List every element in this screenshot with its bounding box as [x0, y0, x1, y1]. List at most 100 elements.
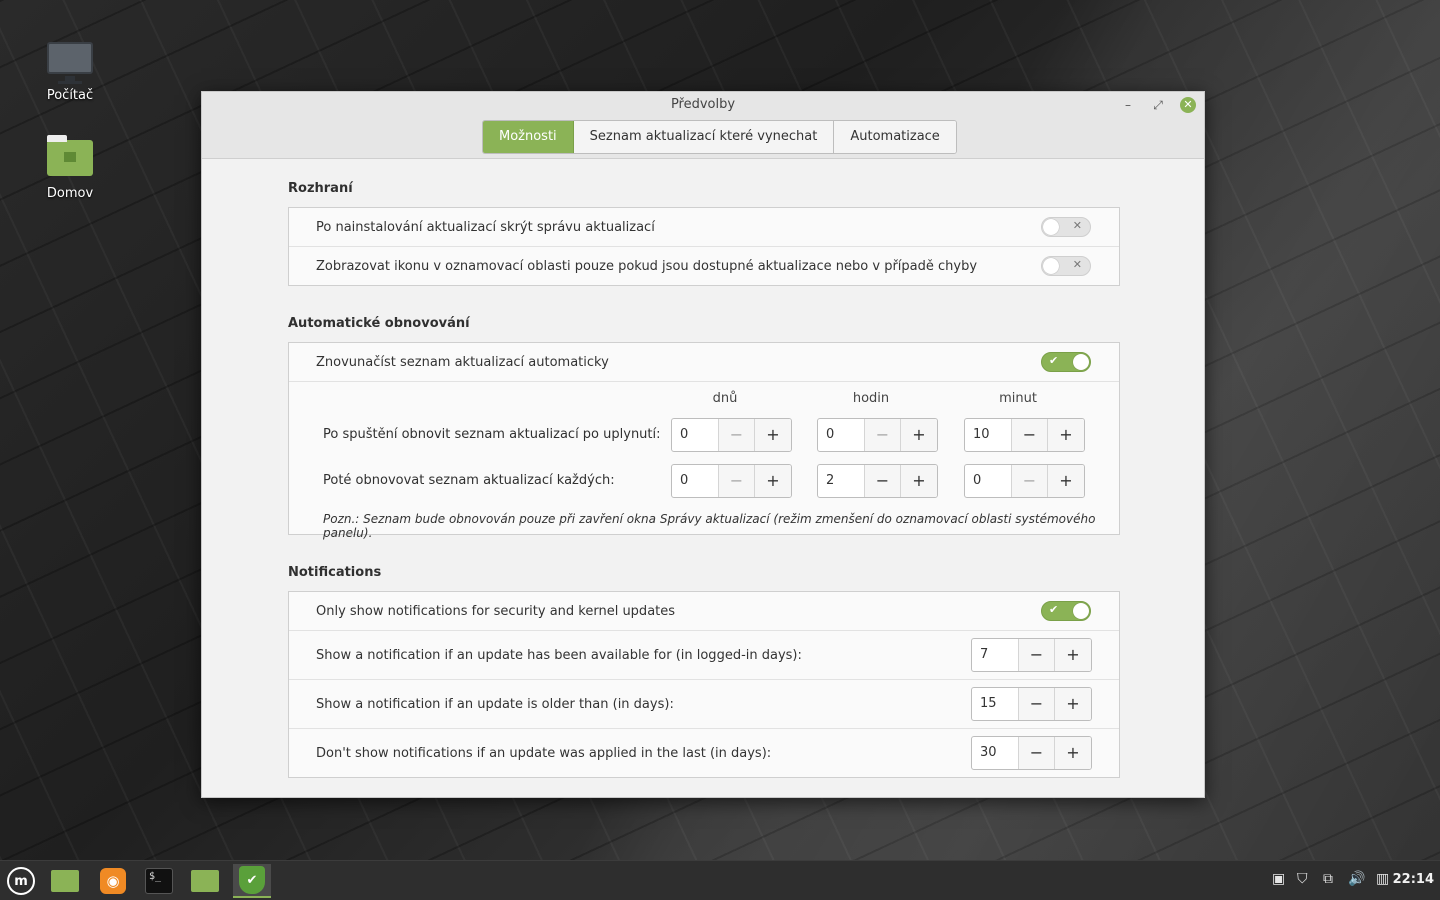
- volume-icon[interactable]: 🔊: [1348, 871, 1365, 887]
- tab-options[interactable]: Možnosti: [483, 121, 574, 153]
- refresh-after-start-label: Po spuštění obnovit seznam aktualizací p…: [323, 427, 661, 442]
- terminal-icon: $_: [145, 868, 173, 894]
- available-days-stepper: 7 − +: [971, 638, 1092, 672]
- decrement-button[interactable]: −: [865, 465, 901, 497]
- preferences-window: Předvolby – ⤢ ✕ Možnosti Seznam aktualiz…: [201, 91, 1205, 798]
- setting-row: Don't show notifications if an update wa…: [289, 729, 1119, 777]
- notifications-panel: Only show notifications for security and…: [288, 591, 1120, 778]
- network-icon[interactable]: ⧉: [1323, 871, 1333, 887]
- shield-icon: ✔: [239, 866, 265, 894]
- security-only-switch[interactable]: ✔: [1041, 601, 1091, 621]
- tray-icon-only-switch[interactable]: ✕: [1041, 256, 1091, 276]
- firefox-icon: ◉: [100, 868, 126, 894]
- decrement-button[interactable]: −: [1019, 688, 1055, 720]
- increment-button[interactable]: +: [901, 419, 937, 451]
- refresh-every-days: 0 − +: [671, 464, 792, 498]
- decrement-button[interactable]: −: [1019, 737, 1055, 769]
- taskbar: m ◉ $_ ✔ ▣ ⛉ ⧉ 🔊 ▥ 22:14: [0, 860, 1440, 900]
- section-title-auto-refresh: Automatické obnovování: [288, 316, 470, 331]
- taskbar-files-window[interactable]: [188, 864, 222, 898]
- computer-icon: [47, 42, 93, 84]
- spin-value[interactable]: 0: [672, 465, 719, 497]
- increment-button[interactable]: +: [1055, 639, 1091, 671]
- column-head-hours: hodin: [852, 391, 890, 406]
- desktop-icon-label: Domov: [46, 186, 94, 201]
- close-button[interactable]: ✕: [1180, 97, 1196, 113]
- increment-button[interactable]: +: [1048, 465, 1084, 497]
- setting-label: Don't show notifications if an update wa…: [316, 745, 772, 761]
- spin-value[interactable]: 10: [965, 419, 1012, 451]
- clock[interactable]: 22:14: [1393, 872, 1434, 887]
- spin-value[interactable]: 0: [818, 419, 865, 451]
- increment-button[interactable]: +: [755, 465, 791, 497]
- taskbar-terminal-launcher[interactable]: $_: [142, 864, 176, 898]
- spin-value[interactable]: 2: [818, 465, 865, 497]
- increment-button[interactable]: +: [901, 465, 937, 497]
- folder-icon: [191, 870, 219, 892]
- tab-automation[interactable]: Automatizace: [834, 121, 956, 153]
- setting-label: Zobrazovat ikonu v oznamovací oblasti po…: [316, 258, 978, 274]
- decrement-button[interactable]: −: [719, 419, 755, 451]
- setting-row: Po nainstalování aktualizací skrýt správ…: [289, 208, 1119, 247]
- maximize-button[interactable]: ⤢: [1150, 97, 1166, 113]
- spin-value[interactable]: 0: [672, 419, 719, 451]
- desktop-icon-home[interactable]: Domov: [30, 135, 110, 201]
- setting-row: Zobrazovat ikonu v oznamovací oblasti po…: [289, 247, 1119, 285]
- decrement-button[interactable]: −: [1019, 639, 1055, 671]
- home-folder-icon: [47, 135, 93, 176]
- column-head-minutes: minut: [999, 391, 1037, 406]
- taskbar-update-manager-window[interactable]: ✔: [233, 864, 271, 898]
- setting-row: Znovunačíst seznam aktualizací automatic…: [289, 343, 1119, 382]
- refresh-after-start-days: 0 − +: [671, 418, 792, 452]
- setting-label: Po nainstalování aktualizací skrýt správ…: [316, 219, 655, 235]
- increment-button[interactable]: +: [1048, 419, 1084, 451]
- column-head-days: dnů: [712, 391, 738, 406]
- refresh-after-start-minutes: 10 − +: [964, 418, 1085, 452]
- increment-button[interactable]: +: [1055, 688, 1091, 720]
- refresh-every-minutes: 0 − +: [964, 464, 1085, 498]
- refresh-note: Pozn.: Seznam bude obnovován pouze při z…: [323, 512, 1096, 540]
- refresh-interval-grid: dnů hodin minut Po spuštění obnovit sezn…: [289, 382, 1119, 540]
- taskbar-files-launcher[interactable]: [48, 864, 82, 898]
- increment-button[interactable]: +: [1055, 737, 1091, 769]
- menu-button[interactable]: m: [4, 864, 38, 898]
- section-title-notifications: Notifications: [288, 565, 382, 580]
- setting-label: Znovunačíst seznam aktualizací automatic…: [316, 354, 609, 370]
- setting-row: Only show notifications for security and…: [289, 592, 1119, 631]
- battery-icon[interactable]: ▥: [1376, 871, 1389, 887]
- older-than-days-stepper: 15 − +: [971, 687, 1092, 721]
- shield-icon[interactable]: ⛉: [1297, 871, 1308, 887]
- section-title-interface: Rozhraní: [288, 181, 353, 196]
- setting-row: Show a notification if an update has bee…: [289, 631, 1119, 680]
- titlebar: Předvolby – ⤢ ✕ Možnosti Seznam aktualiz…: [202, 92, 1204, 159]
- tab-ignored-updates[interactable]: Seznam aktualizací které vynechat: [573, 121, 835, 153]
- hide-after-install-switch[interactable]: ✕: [1041, 217, 1091, 237]
- decrement-button[interactable]: −: [1012, 419, 1048, 451]
- clipboard-icon[interactable]: ▣: [1272, 871, 1285, 887]
- minimize-button[interactable]: –: [1120, 97, 1136, 113]
- spin-value[interactable]: 30: [972, 737, 1019, 769]
- applied-last-days-stepper: 30 − +: [971, 736, 1092, 770]
- taskbar-firefox-launcher[interactable]: ◉: [96, 864, 130, 898]
- auto-refresh-switch[interactable]: ✔: [1041, 352, 1091, 372]
- decrement-button[interactable]: −: [1012, 465, 1048, 497]
- spin-value[interactable]: 7: [972, 639, 1019, 671]
- spin-value[interactable]: 15: [972, 688, 1019, 720]
- increment-button[interactable]: +: [755, 419, 791, 451]
- decrement-button[interactable]: −: [865, 419, 901, 451]
- tab-bar: Možnosti Seznam aktualizací které vynech…: [482, 120, 957, 154]
- desktop-icon-computer[interactable]: Počítač: [30, 42, 110, 103]
- spin-value[interactable]: 0: [965, 465, 1012, 497]
- window-title: Předvolby: [670, 97, 736, 112]
- decrement-button[interactable]: −: [719, 465, 755, 497]
- setting-row: Show a notification if an update is olde…: [289, 680, 1119, 729]
- setting-label: Show a notification if an update is olde…: [316, 696, 674, 712]
- refresh-every-label: Poté obnovovat seznam aktualizací každýc…: [323, 473, 615, 488]
- desktop-icon-label: Počítač: [46, 88, 94, 103]
- folder-icon: [51, 870, 79, 892]
- setting-label: Show a notification if an update has bee…: [316, 647, 802, 663]
- setting-label: Only show notifications for security and…: [316, 603, 676, 619]
- refresh-every-hours: 2 − +: [817, 464, 938, 498]
- refresh-after-start-hours: 0 − +: [817, 418, 938, 452]
- interface-panel: Po nainstalování aktualizací skrýt správ…: [288, 207, 1120, 286]
